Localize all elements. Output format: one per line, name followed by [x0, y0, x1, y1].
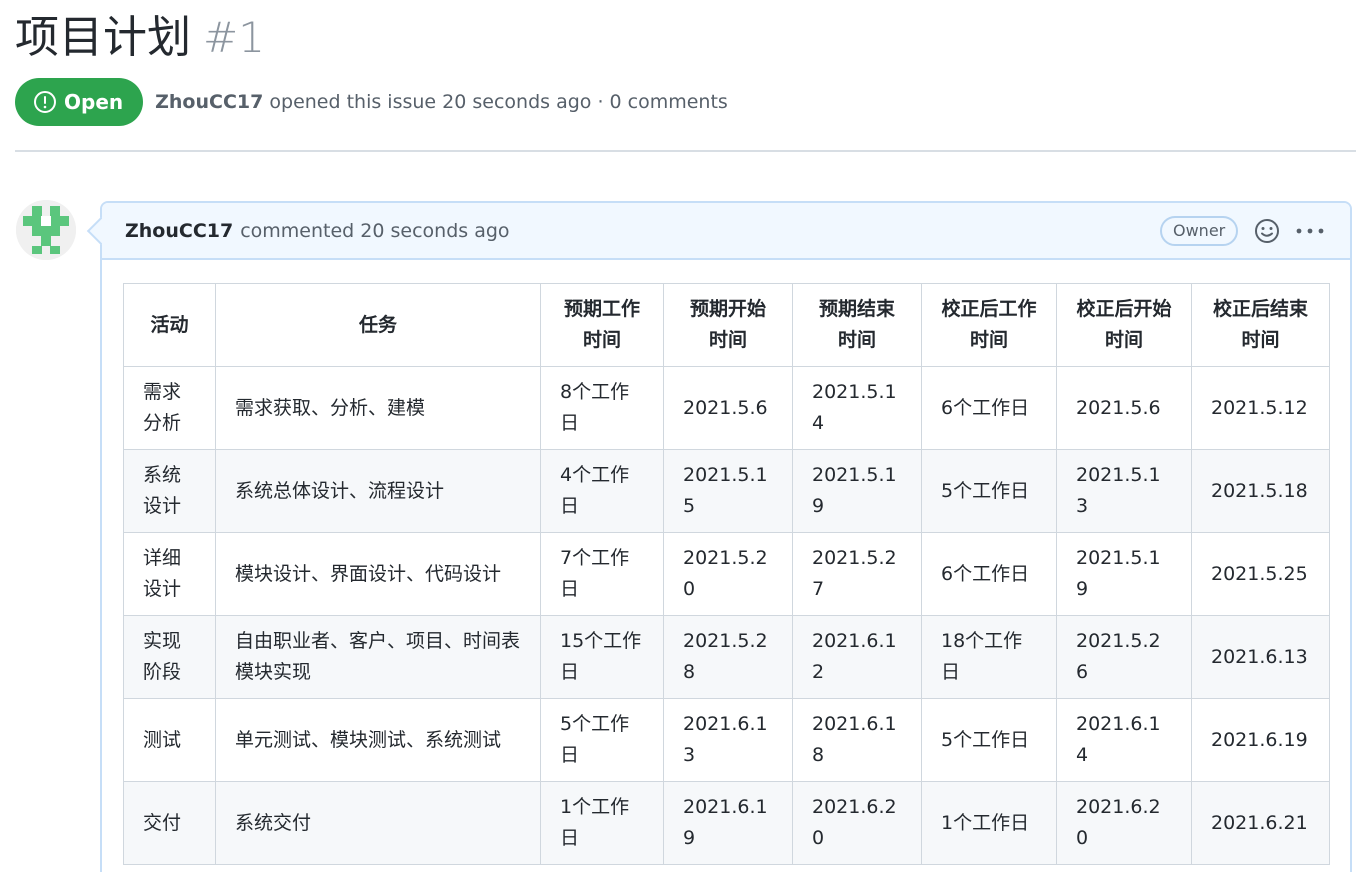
- table-header-cell: 校正后开始时间: [1056, 283, 1192, 367]
- table-cell: 2021.5.14: [792, 366, 922, 450]
- table-cell: 5个工作日: [921, 449, 1057, 533]
- table-cell: 2021.5.6: [663, 366, 793, 450]
- table-cell: 6个工作日: [921, 532, 1057, 616]
- table-cell: 2021.6.18: [792, 698, 922, 782]
- comment-options-button[interactable]: [1294, 217, 1326, 245]
- issue-title: 项目计划 #1: [15, 8, 265, 68]
- kebab-horizontal-icon: [1296, 228, 1324, 234]
- table-cell: 2021.6.13: [663, 698, 793, 782]
- table-cell: 2021.6.19: [1191, 698, 1330, 782]
- table-header-row: 活动 任务 预期工作时间 预期开始时间 预期结束时间 校正后工作时间 校正后开始…: [123, 283, 1330, 367]
- issue-meta-detail: opened this issue 20 seconds ago · 0 com…: [269, 91, 728, 113]
- table-row: 系统设计 系统总体设计、流程设计 4个工作日 2021.5.15 2021.5.…: [123, 449, 1330, 533]
- table-cell: 单元测试、模块测试、系统测试: [215, 698, 541, 782]
- table-cell: 交付: [123, 781, 216, 865]
- issue-opened-icon: [33, 90, 57, 114]
- comment-author-link[interactable]: ZhouCC17: [125, 220, 233, 242]
- table-cell: 2021.5.28: [663, 615, 793, 699]
- add-reaction-button[interactable]: [1253, 217, 1281, 245]
- table-cell: 2021.6.21: [1191, 781, 1330, 865]
- table-row: 实现阶段 自由职业者、客户、项目、时间表模块实现 15个工作日 2021.5.2…: [123, 615, 1330, 699]
- table-cell: 2021.5.6: [1056, 366, 1192, 450]
- table-cell: 系统设计: [123, 449, 216, 533]
- header-divider: [15, 150, 1356, 152]
- table-cell: 2021.5.19: [1056, 532, 1192, 616]
- table-cell: 1个工作日: [540, 781, 664, 865]
- issue-page: 项目计划 #1 Open ZhouCC17 opened this issue 2…: [0, 0, 1356, 872]
- table-header-cell: 校正后工作时间: [921, 283, 1057, 367]
- table-cell: 系统交付: [215, 781, 541, 865]
- table-header-cell: 预期开始时间: [663, 283, 793, 367]
- table-row: 需求分析 需求获取、分析、建模 8个工作日 2021.5.6 2021.5.14…: [123, 366, 1330, 450]
- table-cell: 模块设计、界面设计、代码设计: [215, 532, 541, 616]
- table-cell: 2021.5.13: [1056, 449, 1192, 533]
- table-cell: 2021.6.13: [1191, 615, 1330, 699]
- table-row: 详细设计 模块设计、界面设计、代码设计 7个工作日 2021.5.20 2021…: [123, 532, 1330, 616]
- table-header-cell: 任务: [215, 283, 541, 367]
- smiley-icon: [1255, 219, 1279, 243]
- table-cell: 2021.5.18: [1191, 449, 1330, 533]
- table-cell: 2021.5.12: [1191, 366, 1330, 450]
- table-cell: 2021.6.12: [792, 615, 922, 699]
- issue-title-text: 项目计划: [15, 12, 191, 63]
- table-cell: 实现阶段: [123, 615, 216, 699]
- table-cell: 2021.5.20: [663, 532, 793, 616]
- issue-author-link[interactable]: ZhouCC17: [155, 91, 263, 113]
- table-cell: 2021.6.20: [792, 781, 922, 865]
- table-cell: 2021.6.14: [1056, 698, 1192, 782]
- table-cell: 2021.5.27: [792, 532, 922, 616]
- table-cell: 1个工作日: [921, 781, 1057, 865]
- table-cell: 6个工作日: [921, 366, 1057, 450]
- table-cell: 18个工作日: [921, 615, 1057, 699]
- table-row: 交付 系统交付 1个工作日 2021.6.19 2021.6.20 1个工作日 …: [123, 781, 1330, 865]
- table-cell: 测试: [123, 698, 216, 782]
- table-cell: 2021.5.15: [663, 449, 793, 533]
- comment-box: ZhouCC17 commented 20 seconds ago Owner: [100, 201, 1352, 872]
- table-cell: 系统总体设计、流程设计: [215, 449, 541, 533]
- table-cell: 7个工作日: [540, 532, 664, 616]
- table-cell: 8个工作日: [540, 366, 664, 450]
- table-header-cell: 校正后结束时间: [1191, 283, 1330, 367]
- issue-meta: Open ZhouCC17 opened this issue 20 secon…: [15, 78, 728, 126]
- identicon-avatar-icon: [16, 200, 76, 260]
- issue-state-label: Open: [64, 90, 124, 114]
- comment-timestamp[interactable]: commented 20 seconds ago: [240, 220, 509, 242]
- table-cell: 2021.6.19: [663, 781, 793, 865]
- table-header-cell: 活动: [123, 283, 216, 367]
- table-cell: 需求分析: [123, 366, 216, 450]
- comment-header: ZhouCC17 commented 20 seconds ago Owner: [102, 203, 1350, 260]
- table-cell: 2021.5.25: [1191, 532, 1330, 616]
- owner-badge: Owner: [1160, 216, 1239, 246]
- table-header-cell: 预期工作时间: [540, 283, 664, 367]
- table-cell: 2021.5.19: [792, 449, 922, 533]
- table-header-cell: 预期结束时间: [792, 283, 922, 367]
- table-cell: 15个工作日: [540, 615, 664, 699]
- table-cell: 5个工作日: [540, 698, 664, 782]
- table-cell: 详细设计: [123, 532, 216, 616]
- table-cell: 需求获取、分析、建模: [215, 366, 541, 450]
- table-cell: 4个工作日: [540, 449, 664, 533]
- issue-meta-text: ZhouCC17 opened this issue 20 seconds ag…: [155, 91, 728, 113]
- issue-number: #1: [203, 13, 265, 62]
- issue-state-badge: Open: [15, 78, 144, 126]
- avatar[interactable]: [16, 200, 76, 260]
- table-cell: 5个工作日: [921, 698, 1057, 782]
- plan-table: 活动 任务 预期工作时间 预期开始时间 预期结束时间 校正后工作时间 校正后开始…: [123, 283, 1330, 865]
- table-row: 测试 单元测试、模块测试、系统测试 5个工作日 2021.6.13 2021.6…: [123, 698, 1330, 782]
- table-cell: 2021.5.26: [1056, 615, 1192, 699]
- table-cell: 2021.6.20: [1056, 781, 1192, 865]
- table-cell: 自由职业者、客户、项目、时间表模块实现: [215, 615, 541, 699]
